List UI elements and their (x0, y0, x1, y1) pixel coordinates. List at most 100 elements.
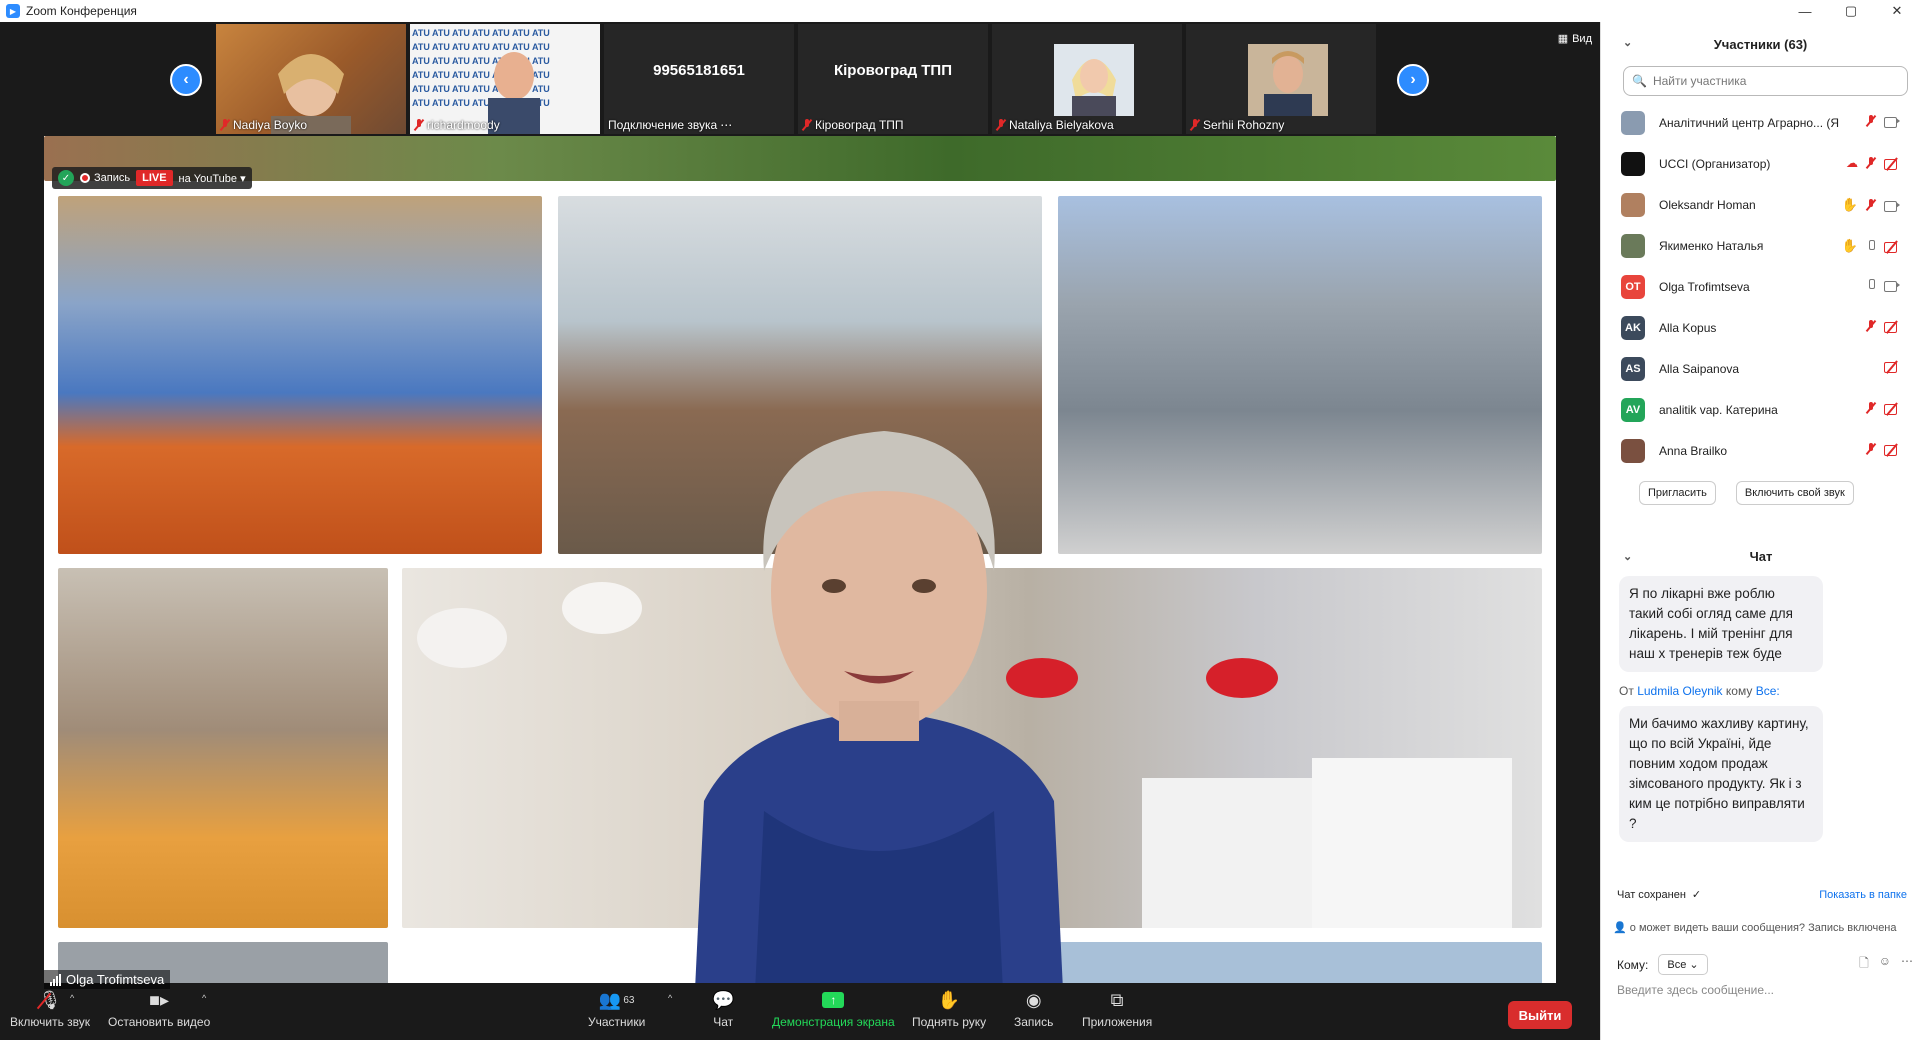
svg-text:ATU ATU ATU ATU ATU ATU ATU: ATU ATU ATU ATU ATU ATU ATU (412, 28, 550, 38)
live-platform-dropdown[interactable]: на YouTube ▾ (179, 172, 246, 185)
more-icon[interactable]: ⋯ (1901, 954, 1913, 975)
raised-hand-icon: ✋ (1841, 197, 1858, 212)
recipient-select[interactable]: Все ⌄ (1658, 954, 1708, 975)
participant-name: Alla Saipanova (1659, 361, 1740, 376)
record-dot-icon (80, 173, 90, 183)
raise-hand-button[interactable]: ✋ Поднять руку (912, 989, 986, 1030)
participant-name: Serhii Rohozny (1203, 118, 1285, 132)
meeting-area: ‹ Nadiya Boyko ATU ATU ATU ATU ATU ATU A… (0, 22, 1600, 1040)
participants-button[interactable]: 👥 63 Участники (588, 989, 645, 1030)
participant-tile[interactable]: Кіровоград ТПП Кіровоград ТПП (798, 24, 988, 134)
zoom-window: ▶ Zoom Конференция — ▢ ✕ ‹ Nadiya Boyko (0, 0, 1920, 1040)
chat-button[interactable]: 💬 Чат (712, 989, 735, 1030)
avatar: OT (1621, 274, 1645, 299)
search-icon: 🔍 (1632, 74, 1647, 88)
view-label: Вид (1572, 32, 1592, 45)
unmute-label: Включить звук (10, 1015, 91, 1029)
participant-name: Alla Kopus (1659, 320, 1717, 335)
participant-name: Oleksandr Homan (1659, 197, 1756, 212)
participant-row[interactable]: AV analitik vap. Катерина (1601, 389, 1920, 430)
zoom-logo-icon: ▶ (6, 4, 20, 18)
caret-up-icon[interactable]: ^ (202, 993, 206, 1003)
video-off-icon (1884, 444, 1900, 456)
apps-button[interactable]: ⧉ Приложения (1082, 989, 1152, 1030)
chevron-left-icon[interactable]: ‹ (170, 64, 202, 96)
shared-screen (44, 136, 1556, 1010)
participant-search-input[interactable]: 🔍 Найти участника (1623, 66, 1908, 96)
participants-title: Участники (63) (1713, 36, 1808, 52)
participant-row[interactable]: AS Alla Saipanova (1601, 348, 1920, 389)
mic-off-icon (1866, 157, 1876, 169)
mic-off-icon (1866, 402, 1876, 414)
participant-row[interactable]: Якименко Наталья ✋ (1601, 225, 1920, 266)
show-in-folder-link[interactable]: Показать в папке (1819, 889, 1907, 901)
check-icon: ✓ (1691, 889, 1702, 901)
caret-up-icon[interactable]: ^ (668, 993, 672, 1003)
avatar (1621, 110, 1645, 135)
live-badge: LIVE (136, 170, 173, 186)
stop-video-button[interactable]: ■▸ Остановить видео (108, 989, 210, 1030)
video-off-icon (1884, 321, 1900, 333)
participant-tile[interactable]: ATU ATU ATU ATU ATU ATU ATU ATU ATU ATU … (410, 24, 600, 134)
participant-tile[interactable]: Nataliya Bielyakova (992, 24, 1182, 134)
share-screen-icon: ↑ (822, 989, 845, 1011)
participant-tile[interactable]: 99565181651 Подключение звука ⋯ (604, 24, 794, 134)
from-prefix: От (1619, 684, 1634, 698)
participant-name: Кіровоград ТПП (815, 118, 904, 132)
chat-title: Чат (1749, 548, 1773, 564)
participant-row[interactable]: OT Olga Trofimtseva (1601, 266, 1920, 307)
close-button[interactable]: ✕ (1874, 0, 1920, 22)
caret-up-icon[interactable]: ^ (70, 993, 74, 1003)
speaker-video (694, 431, 1064, 1010)
cloud-recording-icon: ☁ (1846, 156, 1858, 170)
minimize-button[interactable]: — (1782, 0, 1828, 22)
mic-off-icon (1866, 115, 1876, 127)
video-off-icon (1884, 361, 1900, 373)
avatar (1621, 438, 1645, 463)
unmute-me-button[interactable]: Включить свой звук (1735, 481, 1854, 505)
chat-visibility-info[interactable]: 👤 о может видеть ваши сообщения? Запись … (1613, 921, 1913, 934)
participant-row[interactable]: Аналітичний центр Аграрно... (Я) (1601, 102, 1920, 143)
view-button[interactable]: ▦ Вид (1557, 32, 1592, 46)
unmute-button[interactable]: 🎙 Включить звук (10, 989, 91, 1030)
participant-tile[interactable]: Serhii Rohozny (1186, 24, 1376, 134)
mic-off-icon (1866, 199, 1876, 211)
chat-label: Чат (713, 1015, 734, 1029)
recording-label: Запись (94, 172, 131, 184)
chat-message-input[interactable]: Введите здесь сообщение... (1617, 983, 1774, 997)
participant-row[interactable]: Oleksandr Homan ✋ (1601, 184, 1920, 225)
share-screen-button[interactable]: ↑ Демонстрация экрана (772, 989, 895, 1029)
participant-name: Anna Brailko (1659, 443, 1728, 458)
avatar: AV (1621, 397, 1645, 422)
maximize-button[interactable]: ▢ (1828, 0, 1874, 22)
leave-button[interactable]: Выйти (1508, 1001, 1572, 1029)
participant-row[interactable]: AK Alla Kopus (1601, 307, 1920, 348)
participants-header: ⌄ Участники (63) (1601, 22, 1920, 66)
participant-row[interactable]: Anna Brailko (1601, 430, 1920, 471)
chat-saved-row: Чат сохранен ✓ Показать в папке (1617, 888, 1907, 902)
chat-sender-line: От Ludmila Oleynik кому Все: (1619, 684, 1920, 698)
file-icon[interactable]: 🗋 (1859, 954, 1869, 975)
grid-icon: ▦ (1557, 33, 1569, 45)
emoji-icon[interactable]: ☺ (1879, 954, 1891, 975)
record-button[interactable]: ◉ Запись (1014, 989, 1054, 1030)
recording-status[interactable]: Запись (80, 172, 130, 184)
mic-off-icon (996, 119, 1006, 131)
participant-name: analitik vap. Катерина (1659, 402, 1778, 417)
chevron-down-icon[interactable]: ⌄ (1623, 550, 1632, 563)
chat-header: ⌄ Чат (1601, 536, 1920, 576)
chat-saved-label: Чат сохранен (1617, 888, 1686, 901)
avatar (1621, 151, 1645, 176)
participant-row[interactable]: UCCI (Организатор) ☁ (1601, 143, 1920, 184)
participant-tile[interactable]: Nadiya Boyko (216, 24, 406, 134)
chat-icon: 💬 (712, 989, 735, 1010)
recipient-name[interactable]: Все: (1756, 684, 1780, 698)
chevron-down-icon[interactable]: ⌄ (1623, 36, 1632, 49)
sender-name[interactable]: Ludmila Oleynik (1637, 684, 1722, 698)
invite-button[interactable]: Пригласить (1639, 481, 1716, 505)
record-label: Запись (1014, 1015, 1054, 1029)
window-title: Zoom Конференция (26, 4, 137, 18)
participant-name: Nadiya Boyko (233, 118, 308, 132)
security-shield-icon[interactable]: ✓ (58, 170, 74, 186)
chevron-right-icon[interactable]: › (1397, 64, 1429, 96)
